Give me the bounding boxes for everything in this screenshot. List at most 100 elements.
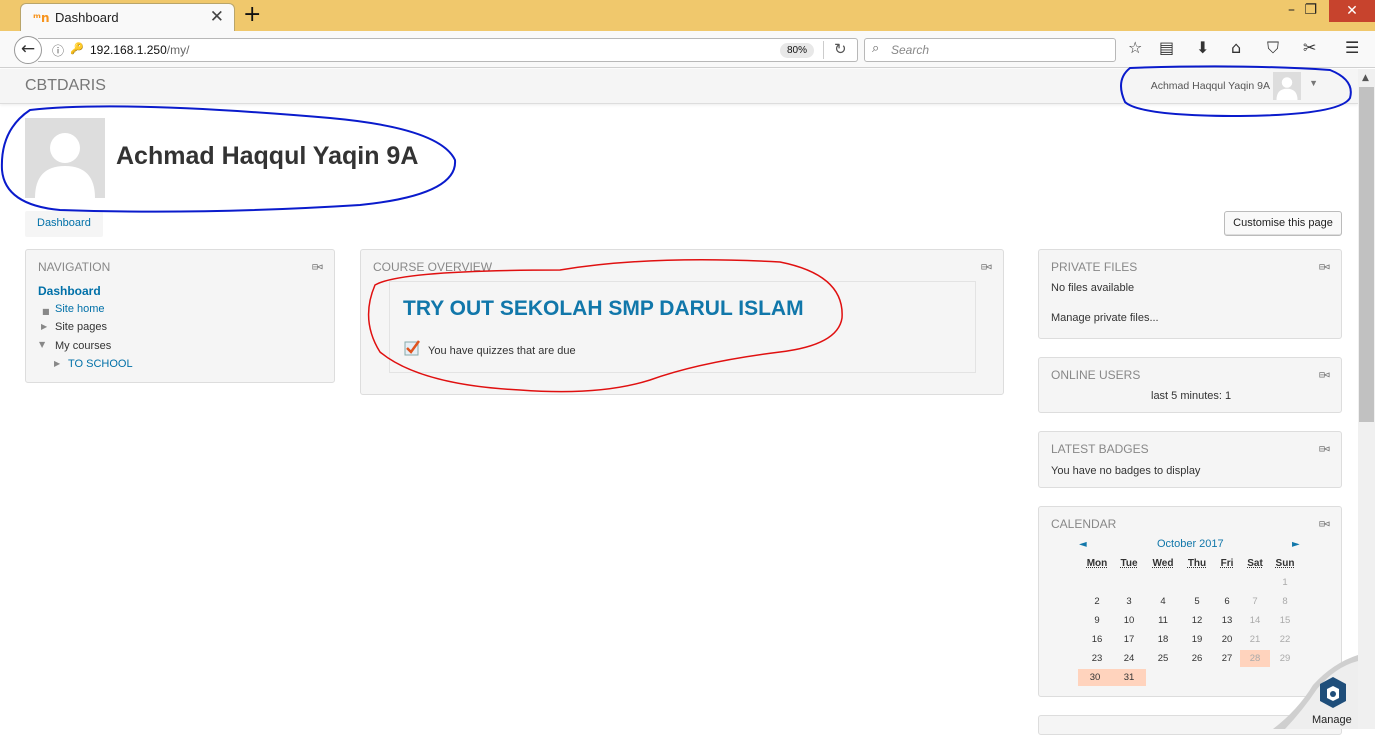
latest-badges-block: LATEST BADGES ⊟⊲ You have no badges to d…	[1038, 431, 1342, 488]
calendar-day: 24	[1123, 653, 1135, 664]
calendar-weekday: Fri	[1220, 558, 1234, 569]
course-overview-block: COURSE OVERVIEW ⊟⊲ TRY OUT SEKOLAH SMP D…	[360, 249, 1004, 395]
course-title-link[interactable]: TRY OUT SEKOLAH SMP DARUL ISLAM	[403, 297, 804, 321]
profile-avatar	[25, 118, 105, 198]
calendar-weekday: Sat	[1247, 558, 1263, 569]
site-brand[interactable]: CBTDARIS	[25, 77, 106, 95]
calendar-event-day[interactable]: 30	[1078, 669, 1112, 686]
calendar-day: 18	[1157, 634, 1169, 645]
nav-my-courses[interactable]: My courses	[55, 340, 111, 352]
breadcrumb[interactable]: Dashboard	[25, 211, 103, 237]
avatar	[1273, 72, 1301, 100]
calendar-day: 9	[1094, 615, 1100, 626]
page-scrollbar[interactable]: ▲	[1358, 69, 1375, 729]
minimize-icon[interactable]: –	[1288, 2, 1295, 18]
zoom-indicator[interactable]: 80%	[780, 43, 815, 58]
calendar-event-day[interactable]: 28	[1240, 650, 1270, 667]
calendar-weekday: Sun	[1275, 558, 1295, 569]
calendar-weekday: Wed	[1152, 558, 1174, 569]
calendar-day: 3	[1126, 596, 1132, 607]
search-input[interactable]: ⌕ Search	[864, 38, 1116, 62]
menu-icon[interactable]: ☰	[1345, 38, 1359, 57]
tab-dashboard[interactable]: ᵐn Dashboard ✕	[20, 3, 235, 31]
nav-site-home-link[interactable]: Site home	[55, 303, 105, 315]
block-title: NAVIGATION	[38, 260, 111, 274]
caret-down-icon[interactable]: ▼	[39, 340, 45, 349]
calendar-day: 11	[1158, 615, 1168, 626]
calendar-day: 23	[1091, 653, 1103, 664]
site-header: CBTDARIS Achmad Haqqul Yaqin 9A ▼	[0, 69, 1358, 104]
moodle-favicon-icon: ᵐn	[33, 11, 50, 25]
url-host: 192.168.1.250	[90, 43, 167, 57]
calendar-day: 12	[1191, 615, 1203, 626]
calendar-day: 15	[1279, 615, 1291, 626]
block-dock-icon[interactable]: ⊟⊲	[981, 262, 992, 273]
browser-toolbar: ⓘ 🔑 192.168.1.250/my/ 80% ↻ ← ⌕ Search ☆…	[0, 31, 1375, 68]
manage-private-files-link[interactable]: Manage private files...	[1051, 312, 1159, 324]
restore-icon[interactable]: ❐	[1304, 2, 1317, 18]
calendar-day: 25	[1157, 653, 1169, 664]
calendar-weekday: Thu	[1187, 558, 1207, 569]
calendar-day: 21	[1249, 634, 1261, 645]
calendar-day: 27	[1221, 653, 1233, 664]
calendar-day: 7	[1252, 596, 1258, 607]
calendar-next-icon[interactable]: ►	[1292, 539, 1300, 550]
manage-label[interactable]: Manage	[1312, 714, 1352, 726]
back-arrow-icon[interactable]: ←	[14, 36, 42, 64]
block-dock-icon[interactable]: ⊟⊲	[312, 262, 323, 273]
new-tab-icon[interactable]: +	[243, 2, 261, 27]
user-menu[interactable]: Achmad Haqqul Yaqin 9A ▼	[1096, 72, 1336, 100]
block-dock-icon[interactable]: ⊟⊲	[1319, 519, 1330, 530]
calendar-day: 14	[1249, 615, 1261, 626]
url-path: /my/	[166, 43, 190, 57]
caret-right-icon[interactable]: ▶	[41, 322, 47, 331]
extension-icon[interactable]: ✂	[1303, 38, 1316, 57]
scroll-up-icon[interactable]: ▲	[1362, 73, 1369, 83]
nav-site-pages[interactable]: Site pages	[55, 321, 107, 333]
window-close-icon[interactable]: ✕	[1329, 0, 1375, 22]
home-icon[interactable]: ⌂	[1231, 38, 1241, 57]
course-card: TRY OUT SEKOLAH SMP DARUL ISLAM You have…	[389, 281, 976, 373]
url-text[interactable]: 192.168.1.250/my/	[90, 43, 189, 57]
calendar-prev-icon[interactable]: ◄	[1079, 539, 1087, 550]
tab-close-icon[interactable]: ✕	[210, 7, 224, 27]
calendar-day: 26	[1191, 653, 1203, 664]
search-placeholder: Search	[891, 43, 930, 57]
key-icon[interactable]: 🔑	[70, 42, 84, 55]
page-title: Achmad Haqqul Yaqin 9A	[116, 142, 419, 170]
download-icon[interactable]: ⬇	[1196, 38, 1209, 57]
caret-right-icon[interactable]: ▶	[54, 359, 60, 368]
block-title: PRIVATE FILES	[1051, 260, 1138, 274]
latest-badges-status: You have no badges to display	[1051, 465, 1201, 477]
browser-tab-strip: ᵐn Dashboard ✕ + – ❐ ✕	[0, 0, 1375, 31]
nav-dashboard-link[interactable]: Dashboard	[38, 284, 101, 298]
block-title: ONLINE USERS	[1051, 368, 1141, 382]
bookmark-star-icon[interactable]: ☆	[1128, 38, 1142, 57]
reload-icon[interactable]: ↻	[834, 40, 847, 58]
calendar-month-link[interactable]: October 2017	[1157, 538, 1224, 550]
calendar-weekday: Tue	[1120, 558, 1138, 569]
customise-page-button[interactable]: Customise this page	[1224, 211, 1342, 236]
block-dock-icon[interactable]: ⊟⊲	[1319, 262, 1330, 273]
reading-list-icon[interactable]: ▤	[1159, 38, 1174, 57]
bullet-icon: ■	[42, 307, 50, 316]
online-users-block: ONLINE USERS ⊟⊲ last 5 minutes: 1	[1038, 357, 1342, 413]
address-bar[interactable]: ⓘ 🔑 192.168.1.250/my/ 80% ↻	[38, 38, 858, 62]
info-icon[interactable]: ⓘ	[52, 42, 64, 59]
pocket-icon[interactable]: ⛉	[1267, 38, 1279, 58]
calendar-day: 20	[1221, 634, 1233, 645]
block-dock-icon[interactable]: ⊟⊲	[1319, 444, 1330, 455]
online-users-status: last 5 minutes: 1	[1151, 390, 1232, 402]
tab-title: Dashboard	[55, 10, 119, 25]
calendar-day: 4	[1160, 596, 1166, 607]
nav-course-to-school[interactable]: TO SCHOOL	[68, 358, 133, 370]
block-title: CALENDAR	[1051, 517, 1117, 531]
quiz-icon	[404, 340, 421, 356]
scroll-thumb[interactable]	[1359, 87, 1374, 422]
calendar-event-day[interactable]: 31	[1112, 669, 1146, 686]
calendar-day: 5	[1194, 596, 1200, 607]
url-separator	[823, 41, 824, 59]
quiz-notice: You have quizzes that are due	[428, 345, 576, 357]
block-title: COURSE OVERVIEW	[373, 260, 493, 274]
block-dock-icon[interactable]: ⊟⊲	[1319, 370, 1330, 381]
